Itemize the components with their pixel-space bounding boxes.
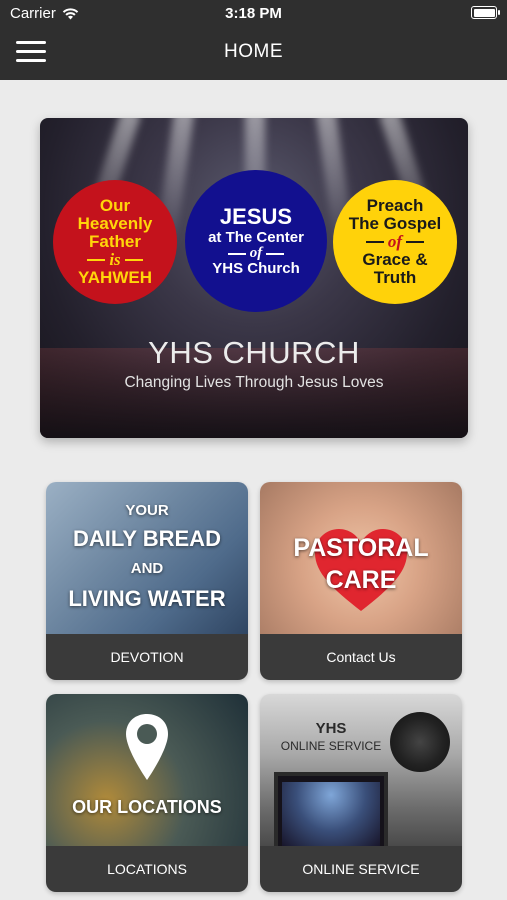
badge-text: Father: [89, 232, 141, 252]
tile-label: DEVOTION: [46, 634, 248, 680]
tile-overlay-text: PASTORAL: [293, 534, 429, 562]
badge-text: YHS Church: [212, 260, 300, 278]
badge-jesus-center: JESUS at The Center of YHS Church: [185, 170, 327, 312]
devotion-image: YOUR DAILY BREAD AND LIVING WATER: [46, 482, 248, 634]
online-service-tile[interactable]: YHS ONLINE SERVICE ONLINE SERVICE: [260, 694, 462, 892]
tile-overlay-text: CARE: [325, 566, 397, 594]
badge-text: at The Center: [208, 228, 304, 246]
locations-image: OUR LOCATIONS: [46, 694, 248, 846]
church-tagline: Changing Lives Through Jesus Loves: [124, 374, 384, 391]
tile-overlay-text: LIVING WATER: [68, 586, 226, 611]
badge-text: Grace &: [362, 249, 428, 269]
online-service-image: YHS ONLINE SERVICE: [260, 694, 462, 846]
church-name: YHS CHURCH: [148, 335, 360, 370]
devotion-tile[interactable]: YOUR DAILY BREAD AND LIVING WATER DEVOTI…: [46, 482, 248, 680]
tile-overlay-text: YHS: [315, 720, 347, 737]
tile-overlay-text: AND: [130, 560, 164, 577]
badge-text: of: [249, 244, 263, 261]
badge-text: YAHWEH: [78, 267, 152, 287]
badge-text: of: [387, 232, 403, 252]
tile-overlay-text: DAILY BREAD: [73, 526, 221, 551]
pastoral-care-image: PASTORAL CARE: [260, 482, 462, 634]
badge-text: JESUS: [219, 203, 293, 229]
badge-text: Heavenly: [77, 214, 153, 234]
tile-overlay-text: YOUR: [125, 502, 169, 519]
tile-overlay-text: ONLINE SERVICE: [280, 739, 382, 753]
badge-text: Our: [99, 196, 131, 216]
map-pin-icon: [126, 714, 168, 780]
badge-text: is: [109, 249, 121, 269]
status-time: 3:18 PM: [225, 5, 282, 22]
badge-text: Truth: [373, 267, 417, 287]
badge-text: Preach: [366, 196, 424, 216]
tile-label: Contact Us: [260, 634, 462, 680]
locations-tile[interactable]: OUR LOCATIONS LOCATIONS: [46, 694, 248, 892]
tile-overlay-text: OUR LOCATIONS: [72, 797, 222, 817]
badge-text: The Gospel: [348, 214, 442, 234]
hero-banner: Our Heavenly Father is YAHWEH JESUS at T…: [40, 118, 468, 438]
badge-heavenly-father: Our Heavenly Father is YAHWEH: [53, 180, 177, 304]
contact-us-tile[interactable]: PASTORAL CARE Contact Us: [260, 482, 462, 680]
status-bar: Carrier 3:18 PM: [0, 0, 507, 26]
badge-preach-gospel: Preach The Gospel of Grace & Truth: [333, 180, 457, 304]
navigation-bar: HOME: [0, 26, 507, 80]
battery-icon: [471, 6, 500, 19]
page-title: HOME: [224, 41, 283, 62]
tile-label: LOCATIONS: [46, 846, 248, 892]
monitor-screen: [274, 772, 388, 846]
tile-label: ONLINE SERVICE: [260, 846, 462, 892]
